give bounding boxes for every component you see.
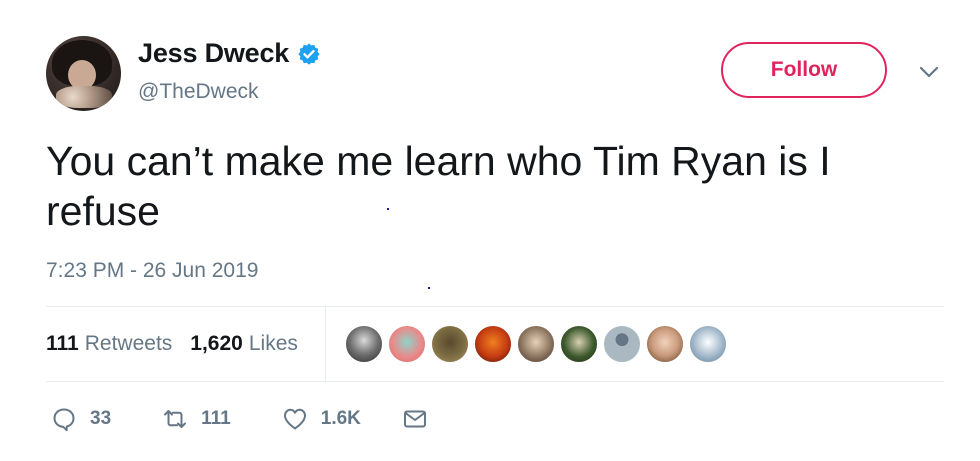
retweets-stat[interactable]: 111 Retweets bbox=[46, 332, 172, 356]
reply-icon bbox=[53, 408, 75, 432]
reply-button[interactable]: 33 bbox=[50, 405, 111, 433]
direct-message-button[interactable] bbox=[401, 405, 429, 433]
liker-avatar-9[interactable] bbox=[689, 325, 727, 363]
retweet-button[interactable]: 111 bbox=[161, 405, 231, 433]
envelope-icon bbox=[403, 410, 426, 428]
like-button[interactable]: 1.6K bbox=[281, 405, 361, 433]
liker-avatar-5[interactable] bbox=[517, 325, 555, 363]
name-row: Jess Dweck bbox=[138, 38, 321, 69]
avatar[interactable] bbox=[46, 36, 121, 111]
stray-dot bbox=[387, 208, 389, 210]
avatar-flowers bbox=[56, 86, 112, 108]
tweet-card: Jess Dweck @TheDweck Follow You can’t ma… bbox=[0, 0, 980, 461]
reply-count: 33 bbox=[90, 408, 112, 429]
divider bbox=[46, 306, 944, 307]
liker-avatar-2[interactable] bbox=[388, 325, 426, 363]
retweets-count: 111 bbox=[46, 332, 79, 355]
likes-label: Likes bbox=[248, 332, 298, 355]
liker-avatar-6[interactable] bbox=[560, 325, 598, 363]
retweet-icon bbox=[164, 410, 187, 428]
stray-dot bbox=[428, 287, 430, 289]
likes-stat[interactable]: 1,620 Likes bbox=[190, 332, 298, 356]
like-count: 1.6K bbox=[320, 408, 361, 429]
liker-avatar-1[interactable] bbox=[345, 325, 383, 363]
divider bbox=[46, 381, 944, 382]
tweet-stats: 111 Retweets 1,620 Likes bbox=[46, 332, 298, 356]
tweet-timestamp[interactable]: 7:23 PM - 26 Jun 2019 bbox=[46, 259, 258, 283]
liker-avatars bbox=[345, 325, 732, 363]
retweet-count: 111 bbox=[201, 408, 231, 429]
retweets-label: Retweets bbox=[84, 332, 173, 355]
liker-avatar-4[interactable] bbox=[474, 325, 512, 363]
verified-badge-icon bbox=[298, 43, 320, 65]
follow-button[interactable]: Follow bbox=[721, 42, 887, 98]
chevron-down-icon[interactable] bbox=[918, 64, 940, 80]
heart-icon bbox=[283, 408, 306, 430]
display-name[interactable]: Jess Dweck bbox=[138, 38, 289, 69]
stats-separator bbox=[325, 307, 326, 382]
liker-avatar-7[interactable] bbox=[603, 325, 641, 363]
likes-count: 1,620 bbox=[190, 332, 243, 355]
liker-avatar-3[interactable] bbox=[431, 325, 469, 363]
tweet-actions: 33 111 1.6K bbox=[50, 405, 429, 433]
user-handle[interactable]: @TheDweck bbox=[138, 80, 259, 104]
tweet-text: You can’t make me learn who Tim Ryan is … bbox=[46, 138, 831, 234]
liker-avatar-8[interactable] bbox=[646, 325, 684, 363]
